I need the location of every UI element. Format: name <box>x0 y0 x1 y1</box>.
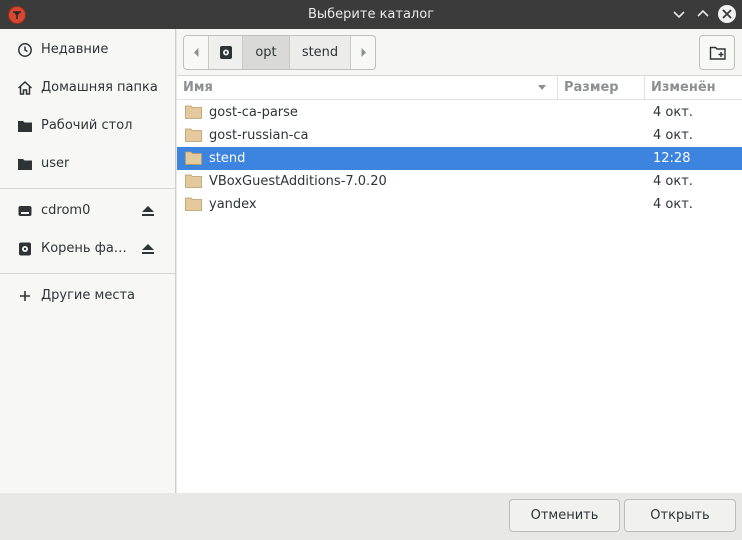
column-name[interactable]: Имя <box>183 76 553 100</box>
sidebar-item-label: Другие места <box>41 288 136 303</box>
sidebar-item-label: Домашняя папка <box>41 80 158 95</box>
scroll-left-button[interactable] <box>184 36 209 69</box>
sort-descending-icon <box>538 85 546 90</box>
close-icon[interactable] <box>718 5 736 23</box>
sidebar-item-user[interactable]: user <box>0 145 175 183</box>
file-name: gost-russian-ca <box>209 128 309 143</box>
sidebar-item-label: Корень фа… <box>41 241 127 256</box>
sidebar-item-other-locations[interactable]: Другие места <box>0 277 175 315</box>
title-bar: Выберите каталог <box>0 0 742 29</box>
disk-icon <box>19 242 31 256</box>
window-title: Выберите каталог <box>307 7 435 22</box>
sidebar-item-label: user <box>41 156 70 171</box>
file-name: stend <box>209 151 246 166</box>
disk-icon <box>220 46 232 59</box>
eject-icon[interactable] <box>140 204 156 218</box>
sidebar-item-label: cdrom0 <box>41 203 91 218</box>
list-item[interactable]: gost-ca-parse 4 окт. <box>177 101 742 124</box>
home-icon <box>17 80 33 95</box>
list-item[interactable]: yandex 4 окт. <box>177 193 742 216</box>
file-name: yandex <box>209 197 257 212</box>
column-modified[interactable]: Изменён <box>651 76 741 100</box>
clock-icon <box>18 43 32 57</box>
maximize-icon[interactable] <box>694 5 712 23</box>
crumb-opt[interactable]: opt <box>243 36 290 69</box>
list-item[interactable]: gost-russian-ca 4 окт. <box>177 124 742 147</box>
column-header: Имя Размер Изменён <box>177 76 742 100</box>
sidebar-item-label: Недавние <box>41 42 109 57</box>
drive-icon <box>18 206 32 216</box>
folder-icon <box>185 151 202 165</box>
file-modified: 4 окт. <box>653 128 693 143</box>
sidebar-divider <box>0 273 175 274</box>
list-item-selected[interactable]: stend 12:28 <box>177 147 742 170</box>
file-modified: 4 окт. <box>653 174 693 189</box>
folder-icon <box>185 197 202 211</box>
breadcrumb: opt stend <box>183 35 376 70</box>
crumb-stend[interactable]: stend <box>290 36 351 69</box>
sidebar-item-label: Рабочий стол <box>41 118 133 133</box>
sidebar-item-home[interactable]: Домашняя папка <box>0 69 175 107</box>
crumb-root[interactable] <box>209 36 243 69</box>
open-button[interactable]: Открыть <box>624 499 736 532</box>
column-size[interactable]: Размер <box>564 76 644 100</box>
sidebar-item-recent[interactable]: Недавние <box>0 31 175 69</box>
chevron-right-icon <box>361 48 366 57</box>
file-modified: 4 окт. <box>653 105 693 120</box>
scroll-right-button[interactable] <box>351 36 375 69</box>
eject-icon[interactable] <box>140 242 156 256</box>
file-name: VBoxGuestAdditions-7.0.20 <box>209 174 387 189</box>
sidebar-item-desktop[interactable]: Рабочий стол <box>0 107 175 145</box>
folder-icon <box>18 121 32 132</box>
path-bar: opt stend <box>177 29 742 76</box>
sidebar-divider <box>0 188 175 189</box>
folder-icon <box>185 174 202 188</box>
column-divider[interactable] <box>644 76 645 100</box>
folder-icon <box>185 128 202 142</box>
folder-icon <box>18 159 32 170</box>
minimize-icon[interactable] <box>670 5 688 23</box>
new-folder-button[interactable] <box>699 35 735 70</box>
places-sidebar: Недавние Домашняя папка Рабочий стол use… <box>0 29 176 493</box>
file-modified: 4 окт. <box>653 197 693 212</box>
folder-icon <box>185 105 202 119</box>
sidebar-item-filesystem-root[interactable]: Корень фа… <box>0 230 175 268</box>
cancel-button[interactable]: Отменить <box>509 499 620 532</box>
plus-icon <box>20 291 30 301</box>
list-item[interactable]: VBoxGuestAdditions-7.0.20 4 окт. <box>177 170 742 193</box>
file-browser: opt stend Имя Размер Изменён gost-ca-par… <box>177 29 742 493</box>
file-modified: 12:28 <box>653 151 691 166</box>
chevron-left-icon <box>194 48 199 57</box>
column-divider[interactable] <box>557 76 558 100</box>
file-name: gost-ca-parse <box>209 105 298 120</box>
new-folder-icon <box>709 46 726 60</box>
sidebar-item-cdrom0[interactable]: cdrom0 <box>0 192 175 230</box>
action-bar: Отменить Открыть <box>0 493 742 540</box>
